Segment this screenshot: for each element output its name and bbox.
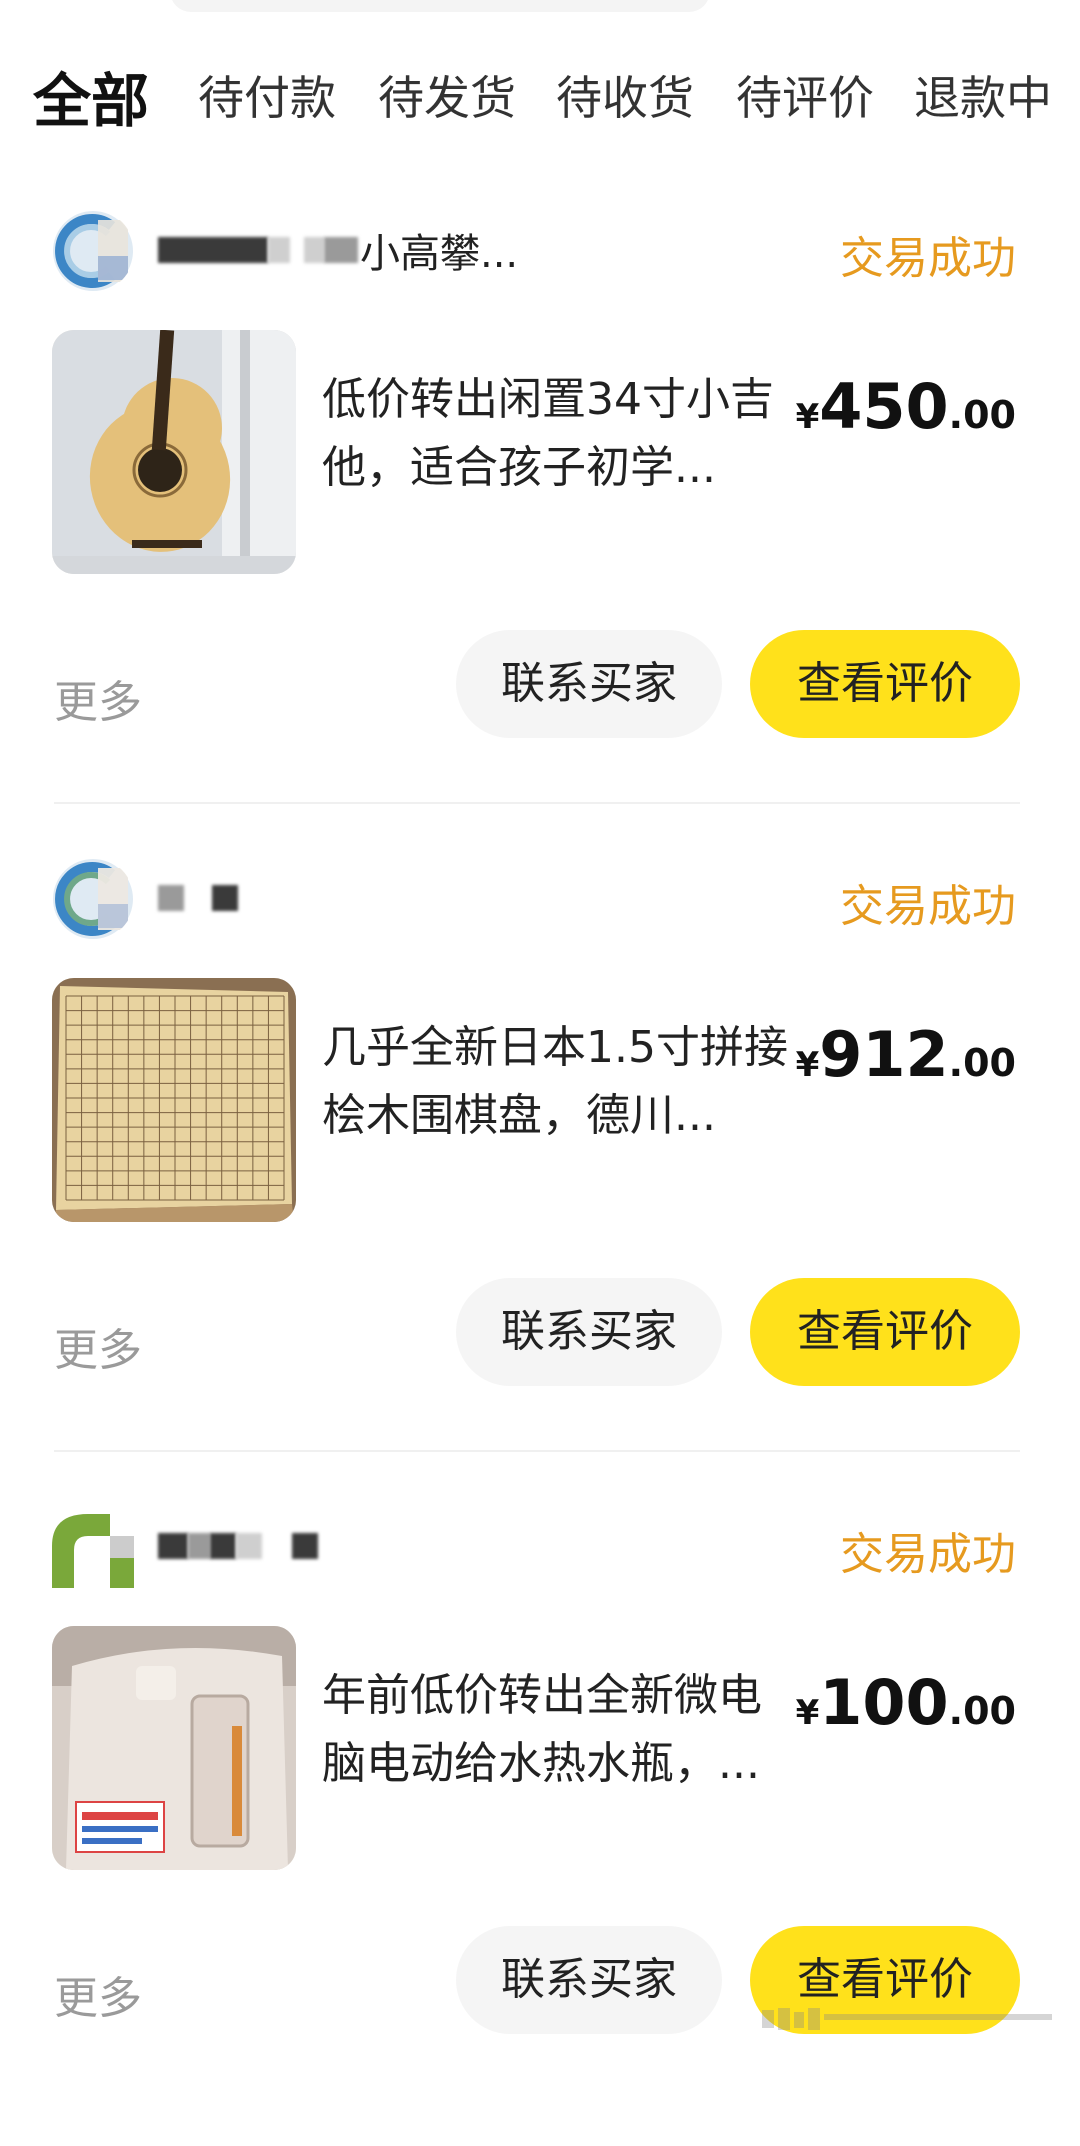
divider	[54, 802, 1020, 804]
order-status: 交易成功	[840, 870, 1016, 934]
item-price: ¥450.00	[796, 370, 1016, 443]
seller-avatar[interactable]	[52, 210, 134, 292]
seller-name[interactable]: 小高攀...	[158, 230, 518, 270]
price-decimal: .00	[949, 393, 1016, 437]
contact-buyer-button[interactable]: 联系买家	[456, 1278, 722, 1386]
redacted-name-block	[304, 237, 324, 263]
item-title[interactable]: 低价转出闲置34寸小吉他，适合孩子初学...	[322, 366, 792, 502]
seller-name[interactable]	[158, 1526, 318, 1566]
item-price: ¥912.00	[796, 1018, 1016, 1091]
price-integer: 912	[819, 1018, 948, 1091]
currency-symbol: ¥	[796, 1045, 820, 1085]
water-dispenser-image[interactable]	[52, 1626, 296, 1870]
tab-pending-review[interactable]: 待评价	[736, 62, 874, 128]
seller-name-text: 小高攀...	[360, 221, 518, 279]
price-decimal: .00	[949, 1041, 1016, 1085]
order-card: 交易成功 几乎全新日本1.5寸拼接桧木围棋盘，德川... ¥912.00 更多 …	[0, 858, 1080, 1498]
contact-buyer-button[interactable]: 联系买家	[456, 630, 722, 738]
tab-refunding[interactable]: 退款中	[914, 62, 1052, 128]
guitar-image[interactable]	[52, 330, 296, 574]
seller-name[interactable]	[158, 878, 238, 918]
go-board-image[interactable]	[52, 978, 296, 1222]
seller-avatar[interactable]	[52, 1506, 134, 1588]
seller-avatar[interactable]	[52, 858, 134, 940]
redacted-name-block	[158, 885, 184, 911]
order-card: 小高攀... 交易成功 低价转出闲置34寸小吉他，适合孩子初学... ¥450.…	[0, 210, 1080, 850]
more-button[interactable]: 更多	[54, 1314, 142, 1378]
redacted-name-block	[188, 1533, 210, 1559]
contact-buyer-button[interactable]: 联系买家	[456, 1926, 722, 2034]
order-tabs: 全部 待付款 待发货 待收货 待评价 退款中	[0, 50, 1080, 150]
watermark-image	[762, 2004, 1052, 2034]
divider	[54, 1450, 1020, 1452]
redacted-name-block	[210, 1533, 236, 1559]
redacted-name-block	[212, 885, 238, 911]
redacted-name-block	[158, 237, 268, 263]
search-bar-remnant[interactable]	[170, 0, 710, 12]
view-review-button[interactable]: 查看评价	[750, 1278, 1020, 1386]
redacted-name-block	[324, 237, 358, 263]
price-decimal: .00	[949, 1689, 1016, 1733]
order-status: 交易成功	[840, 1518, 1016, 1582]
tab-pending-receipt[interactable]: 待收货	[556, 62, 694, 128]
more-button[interactable]: 更多	[54, 666, 142, 730]
order-status: 交易成功	[840, 222, 1016, 286]
redacted-name-block	[268, 237, 290, 263]
redacted-name-block	[158, 1533, 188, 1559]
currency-symbol: ¥	[796, 1693, 820, 1733]
more-button[interactable]: 更多	[54, 1962, 142, 2026]
item-title[interactable]: 几乎全新日本1.5寸拼接桧木围棋盘，德川...	[322, 1014, 792, 1150]
item-title[interactable]: 年前低价转出全新微电脑电动给水热水瓶，...	[322, 1662, 792, 1798]
tab-pending-payment[interactable]: 待付款	[198, 62, 336, 128]
currency-symbol: ¥	[796, 397, 820, 437]
tab-all[interactable]: 全部	[33, 54, 149, 138]
redacted-name-block	[292, 1533, 318, 1559]
redacted-name-block	[236, 1533, 262, 1559]
price-integer: 100	[819, 1666, 948, 1739]
item-price: ¥100.00	[796, 1666, 1016, 1739]
price-integer: 450	[819, 370, 948, 443]
order-card: 交易成功 年前低价转出全新微电脑电动给水热水瓶，... ¥100.00 更多 联…	[0, 1506, 1080, 2146]
view-review-button[interactable]: 查看评价	[750, 630, 1020, 738]
tab-pending-shipment[interactable]: 待发货	[378, 62, 516, 128]
